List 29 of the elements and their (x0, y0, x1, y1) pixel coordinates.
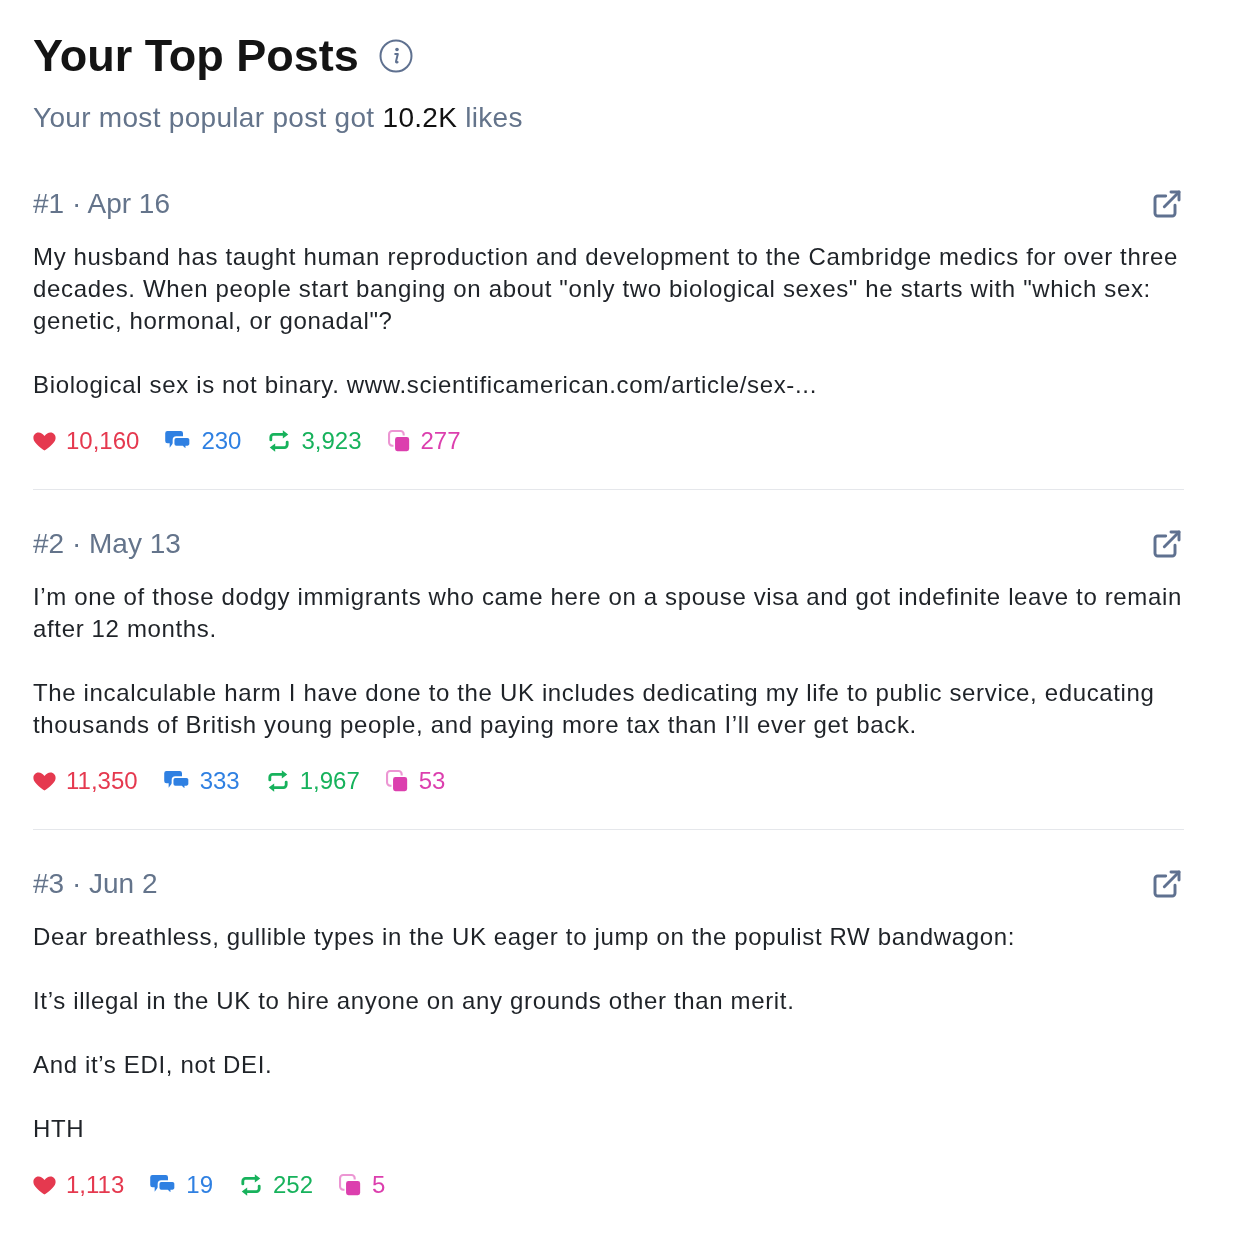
post-rank-date: #1 · Apr 16 (33, 187, 170, 221)
subtitle: Your most popular post got 10.2K likes (33, 101, 524, 135)
post-rank-date: #3 · Jun 2 (33, 867, 158, 901)
info-icon[interactable] (378, 39, 413, 73)
post-text: HTH (33, 1114, 86, 1144)
stat-count: 333 (199, 766, 240, 796)
external-link-icon (1151, 188, 1183, 220)
page-title: Your Top Posts (33, 29, 359, 83)
post-text: And it’s EDI, not DEI. (33, 1050, 274, 1080)
post-text: The incalculable harm I have done to the UK includes dedicating my life to public service, educating thousands of British young people, and paying more tax than I’ll ever get back. (33, 678, 1156, 740)
post-text: It’s illegal in the UK to hire anyone on any grounds other than merit. (33, 986, 796, 1016)
stat-count: 252 (273, 1170, 314, 1200)
stat-count: 277 (420, 426, 461, 456)
stat-count: 5 (372, 1170, 386, 1200)
stat-count: 1,113 (66, 1170, 125, 1200)
post-text: My husband has taught human reproduction and development to the Cambridge medics for over three decades. When people start banging on about "only two biological sexes" he starts with "which sex: genetic, hormonal, or gonadal"? (33, 242, 1180, 336)
post-text: I’m one of those dodgy immigrants who came here on a spouse visa and got indefinite leave to remain after 12 months. (33, 582, 1183, 644)
stat-count: 53 (418, 766, 446, 796)
stat-count: 10,160 (66, 426, 140, 456)
external-link-icon (1151, 528, 1183, 560)
post-rank-date: #2 · May 13 (33, 527, 181, 561)
stat-count: 19 (186, 1170, 213, 1200)
stat-count: 3,923 (301, 426, 362, 456)
stat-count: 11,350 (66, 766, 138, 796)
external-link-icon (1151, 868, 1183, 900)
stat-count: 1,967 (299, 766, 360, 796)
stat-count: 230 (201, 426, 242, 456)
post-text: Dear breathless, gullible types in the UK eager to jump on the populist RW bandwagon: (33, 922, 1016, 952)
post-text: Biological sex is not binary. www.scientificamerican.com/article/sex-... (33, 370, 818, 400)
